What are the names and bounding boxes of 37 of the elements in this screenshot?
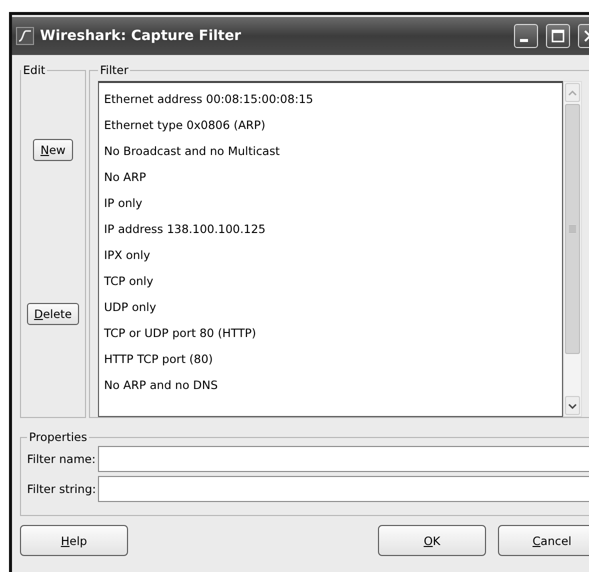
filter-item[interactable]: No ARP and no DNS [99,372,562,398]
scroll-up-button[interactable] [565,83,580,102]
input-field[interactable] [98,476,589,502]
scroll-thumb[interactable] [565,104,580,354]
field-label: Filter string: [27,482,96,496]
delete-button[interactable]: Delete [27,303,79,325]
filter-item[interactable]: Ethernet address 00:08:15:00:08:15 [99,86,562,112]
filter-item[interactable]: TCP only [99,268,562,294]
group-label: Edit [22,63,46,77]
minimize-button[interactable] [514,24,538,48]
help-button[interactable]: Help [20,525,128,556]
filter-item[interactable]: IPX only [99,242,562,268]
filter-item[interactable]: No ARP [99,164,562,190]
chevron-up-icon [568,90,577,96]
filter-item[interactable]: IP address 138.100.100.125 [99,216,562,242]
maximize-icon [551,29,565,43]
new-button[interactable]: New [33,139,73,161]
group-label: Filter [99,63,130,77]
window-title: Wireshark: Capture Filter [40,28,242,44]
app-icon [16,27,34,45]
filter-item[interactable]: HTTP TCP port (80) [99,346,562,372]
grip-icon [569,225,576,233]
scroll-down-button[interactable] [565,396,580,415]
group-label: Properties [28,430,88,444]
filter-item[interactable]: IP only [99,190,562,216]
filter-item[interactable]: TCP or UDP port 80 (HTTP) [99,320,562,346]
cancel-button[interactable]: Cancel [498,525,589,556]
input-field[interactable] [98,446,589,472]
filter-item[interactable]: Ethernet type 0x0806 (ARP) [99,112,562,138]
minimize-icon [520,39,528,42]
maximize-button[interactable] [546,24,570,48]
ok-button[interactable]: OK [378,525,486,556]
scrollbar[interactable] [563,81,582,417]
filter-item[interactable]: No Broadcast and no Multicast [99,138,562,164]
field-label: Filter name: [27,452,96,466]
filter-item[interactable]: UDP only [99,294,562,320]
chevron-down-icon [568,402,577,408]
